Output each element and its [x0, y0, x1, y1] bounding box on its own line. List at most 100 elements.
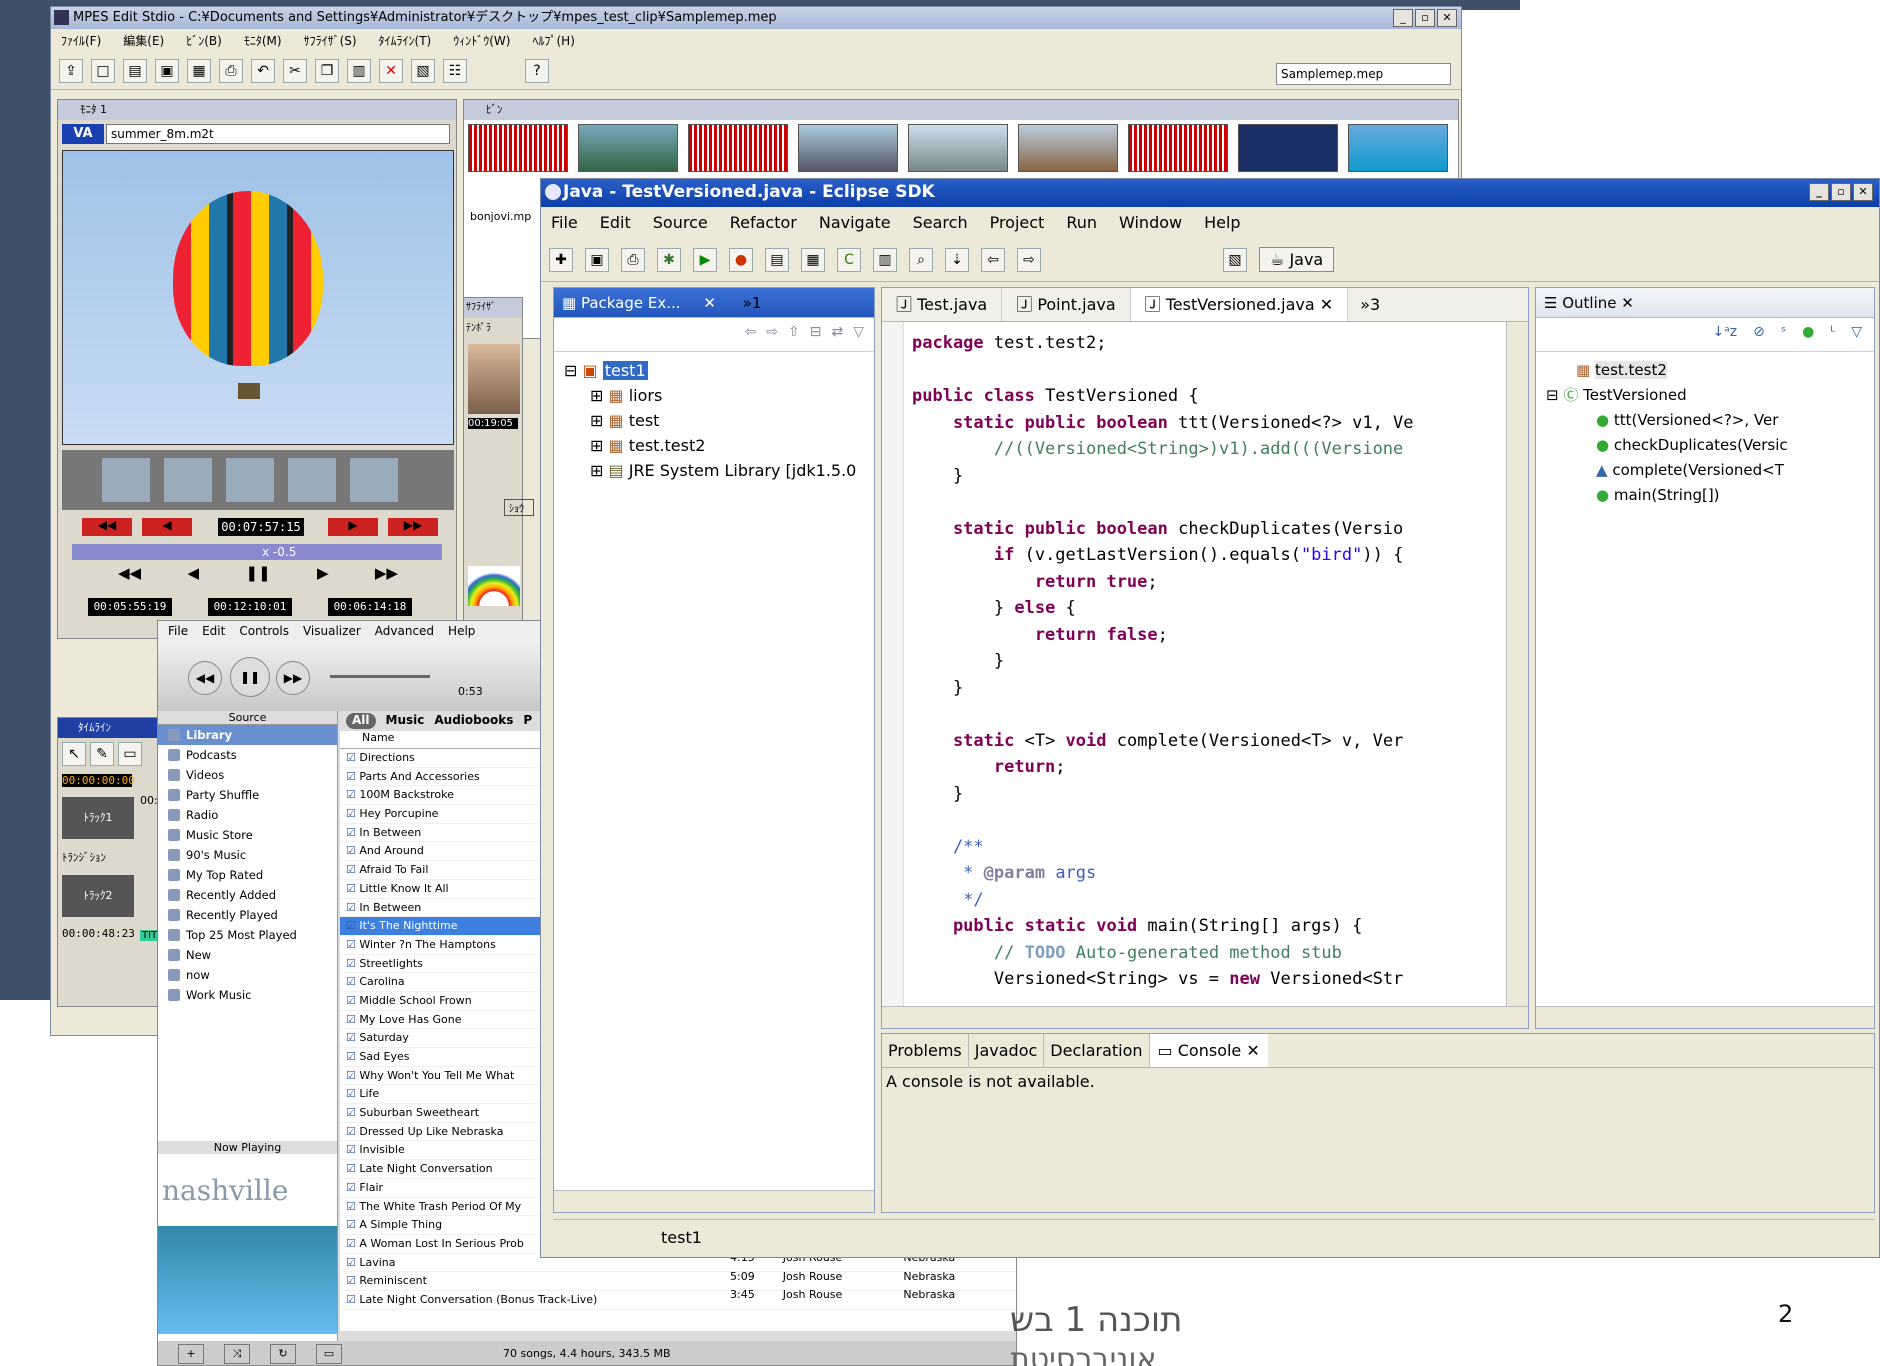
song-checkbox[interactable]: ☑ [346, 807, 359, 820]
menu-file[interactable]: File [551, 213, 578, 232]
settings-icon[interactable]: ☷ [443, 58, 467, 83]
bin-thumb-audio[interactable] [1128, 124, 1228, 172]
tree-item-jre[interactable]: ⊞ ▤ JRE System Library [jdk1.5.0 [564, 458, 864, 483]
tab-testversioned-java[interactable]: 🄹 TestVersioned.java ✕ [1130, 288, 1349, 321]
close-tab-icon[interactable]: ✕ [1320, 295, 1333, 314]
pointer-icon[interactable]: ↖ [62, 742, 86, 766]
bin-thumb-audio[interactable] [688, 124, 788, 172]
song-checkbox[interactable]: ☑ [346, 1162, 359, 1175]
view-menu-icon[interactable]: ▽ [853, 324, 864, 345]
rewind-button[interactable]: ◀ [142, 518, 192, 536]
frame-thumb[interactable] [164, 458, 212, 502]
song-checkbox[interactable]: ☑ [346, 770, 359, 783]
open-folder-icon[interactable]: ▤ [123, 58, 147, 83]
suplizer-thumb[interactable] [468, 344, 520, 414]
itunes-menu-advanced[interactable]: Advanced [375, 624, 434, 638]
hide-static-icon[interactable]: ˢ [1781, 324, 1786, 345]
frame-thumb[interactable] [226, 458, 274, 502]
menu-run[interactable]: Run [1066, 213, 1097, 232]
song-checkbox[interactable]: ☑ [346, 1181, 359, 1194]
package-explorer-tab[interactable]: ▦ Package Ex... ✕ »1 [554, 288, 874, 318]
song-checkbox[interactable]: ☑ [346, 957, 359, 970]
mpes-menu-edit[interactable]: 編集(E) [123, 32, 164, 49]
show-art-icon[interactable]: ▭ [316, 1344, 342, 1364]
next-icon[interactable]: ▶▶ [375, 564, 398, 582]
mpes-menu-window[interactable]: ｳｨﾝﾄﾞｳ(W) [453, 32, 510, 49]
tree-item-test1[interactable]: ⊟ ▣ test1 [564, 358, 864, 383]
bin-thumb-coast[interactable] [578, 124, 678, 172]
song-checkbox[interactable]: ☑ [346, 1125, 359, 1138]
bin-thumb-sea[interactable] [1348, 124, 1448, 172]
close-view-icon[interactable]: ✕ [1621, 294, 1634, 312]
song-checkbox[interactable]: ☑ [346, 844, 359, 857]
close-view-icon[interactable]: ✕ [703, 294, 716, 312]
source-item[interactable]: Recently Played [158, 905, 337, 925]
rewind-fast-button[interactable]: ◀◀ [82, 518, 132, 536]
paste-icon[interactable]: ▥ [347, 58, 371, 83]
back-icon[interactable]: ⇦ [981, 247, 1005, 272]
filter-audiobooks[interactable]: Audiobooks [434, 713, 513, 729]
outline-class[interactable]: ⊟ Ⓒ TestVersioned [1546, 383, 1864, 408]
project-select[interactable]: Samplemep.mep [1276, 63, 1451, 85]
hide-local-types-icon[interactable]: ᴸ [1830, 324, 1835, 345]
close-icon[interactable]: ✕ [1853, 183, 1873, 201]
song-checkbox[interactable]: ☑ [346, 1031, 359, 1044]
menu-search[interactable]: Search [913, 213, 968, 232]
new-package-icon[interactable]: ▦ [801, 247, 825, 272]
tree-item-test-test2[interactable]: ⊞ ▦ test.test2 [564, 433, 864, 458]
clip-select[interactable]: summer_8m.m2t [106, 124, 450, 144]
song-checkbox[interactable]: ☑ [346, 1256, 359, 1269]
copy-icon[interactable]: ❐ [315, 58, 339, 83]
external-tools-icon[interactable]: ● [729, 247, 753, 272]
source-item[interactable]: Party Shuffle [158, 785, 337, 805]
frame-thumb[interactable] [350, 458, 398, 502]
menu-edit[interactable]: Edit [600, 213, 631, 232]
tab-console[interactable]: ▭ Console ✕ [1149, 1034, 1268, 1067]
outline-method[interactable]: ● ttt(Versioned<?>, Ver [1546, 408, 1864, 433]
play-icon[interactable]: ▶ [317, 564, 329, 582]
trim-icon[interactable]: ▭ [118, 742, 142, 766]
new-project-icon[interactable]: ▤ [765, 247, 789, 272]
shuffle-icon[interactable]: ⤨ [224, 1344, 250, 1364]
bin-thumb-horse[interactable] [1018, 124, 1118, 172]
link-editor-icon[interactable]: ⇄ [831, 324, 843, 345]
speed-bar[interactable]: x -0.5 [72, 544, 442, 560]
filter-podcasts[interactable]: P [523, 713, 532, 729]
source-item[interactable]: Top 25 Most Played [158, 925, 337, 945]
pause-icon[interactable]: ❚❚ [245, 564, 270, 582]
view-menu-icon[interactable]: ▽ [1851, 324, 1862, 345]
menu-window[interactable]: Window [1119, 213, 1182, 232]
track2-label[interactable]: ﾄﾗｯｸ2 [62, 875, 134, 917]
song-checkbox[interactable]: ☑ [346, 1200, 359, 1213]
itunes-menu-file[interactable]: File [168, 624, 188, 638]
itunes-menu-edit[interactable]: Edit [202, 624, 225, 638]
debug-icon[interactable]: ✱ [657, 247, 681, 272]
delete-icon[interactable]: ✕ [379, 58, 403, 83]
source-item[interactable]: Music Store [158, 825, 337, 845]
minimize-icon[interactable]: _ [1393, 9, 1413, 27]
view-overflow[interactable]: »1 [743, 294, 762, 312]
bin-thumb-harbor[interactable] [798, 124, 898, 172]
song-detail-row[interactable]: 5:09 Josh Rouse Nebraska [730, 1270, 1010, 1289]
rainbow-thumb[interactable] [468, 566, 520, 606]
mpes-menu-file[interactable]: ﾌｧｲﾙ(F) [61, 32, 101, 49]
song-checkbox[interactable]: ☑ [346, 1013, 359, 1026]
itunes-menu-controls[interactable]: Controls [239, 624, 289, 638]
song-checkbox[interactable]: ☑ [346, 863, 359, 876]
forward-fast-button[interactable]: ▶▶ [388, 518, 438, 536]
minimize-icon[interactable]: _ [1809, 183, 1829, 201]
source-item[interactable]: 90's Music [158, 845, 337, 865]
step-back-icon[interactable]: ◀ [187, 564, 199, 582]
song-checkbox[interactable]: ☑ [346, 919, 359, 932]
song-checkbox[interactable]: ☑ [346, 1293, 359, 1306]
frame-thumb[interactable] [288, 458, 336, 502]
mpes-menu-monitor[interactable]: ﾓﾆﾀ(M) [244, 32, 282, 49]
print-icon[interactable]: ⎙ [621, 247, 645, 272]
print-icon[interactable]: ⎙ [219, 58, 243, 83]
up-icon[interactable]: ⇧ [788, 324, 800, 345]
tab-problems[interactable]: Problems [882, 1034, 969, 1067]
hide-fields-icon[interactable]: ⊘ [1753, 324, 1765, 345]
tab-test-java[interactable]: 🄹 Test.java [882, 288, 1003, 321]
source-item[interactable]: Library [158, 725, 337, 745]
song-checkbox[interactable]: ☑ [346, 1274, 359, 1287]
